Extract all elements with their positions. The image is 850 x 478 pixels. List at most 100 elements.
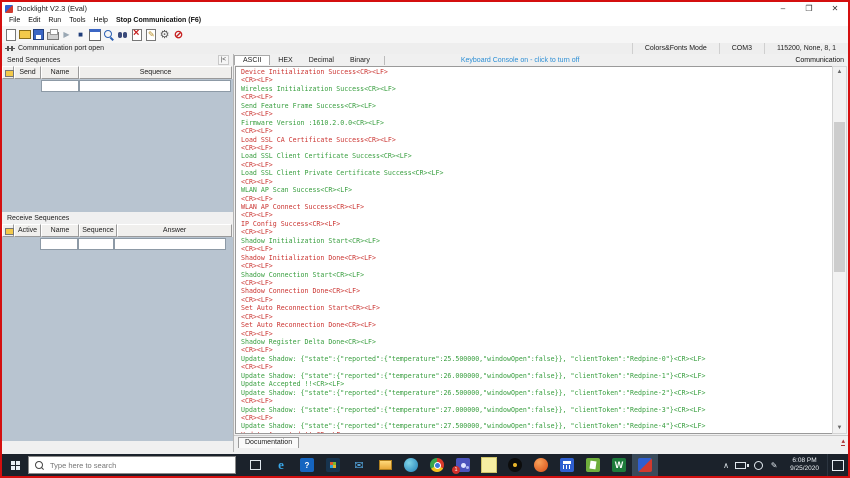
taskbar-ball-button[interactable] bbox=[528, 454, 554, 476]
documentation-bar: Documentation ▴ bbox=[234, 435, 848, 452]
plug-icon bbox=[5, 46, 15, 51]
tab-binary[interactable]: Binary bbox=[342, 56, 378, 65]
log-line: Firmware Version :1610.2.0.0<CR><LF> bbox=[241, 118, 384, 127]
menu-run[interactable]: Run bbox=[44, 17, 65, 24]
taskbar-sticky-button[interactable] bbox=[476, 454, 502, 476]
scrollbar-thumb[interactable] bbox=[834, 122, 845, 272]
store-icon bbox=[326, 458, 340, 472]
receive-col-answer[interactable]: Answer bbox=[117, 224, 232, 237]
edit-notepad-icon[interactable] bbox=[144, 28, 157, 41]
menu-file[interactable]: File bbox=[5, 17, 24, 24]
taskbar-lens-button[interactable] bbox=[502, 454, 528, 476]
send-sequences-title: Send Sequences bbox=[7, 56, 61, 64]
tab-ascii[interactable]: ASCII bbox=[234, 55, 271, 65]
log-line: Update Shadow: {"state":{"reported":{"te… bbox=[241, 388, 706, 397]
keyboard-console-link[interactable]: Keyboard Console on - click to turn off bbox=[461, 57, 580, 64]
log-line: Load SSL CA Certificate Success<CR><LF> bbox=[241, 135, 396, 144]
taskbar-teams-button[interactable] bbox=[450, 454, 476, 476]
format-tabs: ASCII HEX Decimal Binary bbox=[234, 55, 378, 65]
log-line: Update Shadow: {"state":{"reported":{"te… bbox=[241, 422, 706, 431]
zoom-icon[interactable] bbox=[102, 28, 115, 41]
taskbar-globe-button[interactable] bbox=[398, 454, 424, 476]
taskbar-wapp-button[interactable] bbox=[606, 454, 632, 476]
receive-col-sequence[interactable]: Sequence bbox=[79, 224, 117, 237]
taskbar-task-view-button[interactable] bbox=[242, 454, 268, 476]
collapse-panel-button[interactable]: |< bbox=[217, 55, 229, 65]
log-line: Set Auto Reconnection Start<CR><LF> bbox=[241, 304, 380, 313]
toolbar bbox=[2, 26, 848, 44]
print-icon[interactable] bbox=[46, 28, 59, 41]
search-input[interactable] bbox=[48, 459, 202, 471]
save-icon[interactable] bbox=[32, 28, 45, 41]
edge-icon bbox=[274, 458, 288, 472]
send-col-sequence[interactable]: Sequence bbox=[79, 66, 232, 79]
tab-decimal[interactable]: Decimal bbox=[301, 56, 342, 65]
binoculars-icon[interactable] bbox=[116, 28, 129, 41]
gear-icon[interactable] bbox=[158, 28, 171, 41]
menu-stop-communication[interactable]: Stop Communication (F6) bbox=[112, 17, 205, 24]
documentation-collapse-icon[interactable]: ▴ bbox=[841, 438, 845, 446]
receive-name-input[interactable] bbox=[40, 238, 78, 250]
send-sequences-header: Send Sequences |< bbox=[2, 54, 233, 66]
send-input-row bbox=[2, 79, 233, 93]
action-center-icon[interactable] bbox=[827, 454, 848, 476]
explorer-icon bbox=[378, 458, 392, 472]
taskbar-docklight-button[interactable] bbox=[632, 454, 658, 476]
globe-icon bbox=[404, 458, 418, 472]
properties-icon[interactable] bbox=[88, 28, 101, 41]
send-sequence-input[interactable] bbox=[79, 80, 231, 92]
new-file-icon[interactable] bbox=[4, 28, 17, 41]
communication-log[interactable]: Device Initialization Success<CR><LF> <CR… bbox=[235, 66, 834, 434]
taskbar-mail-button[interactable] bbox=[346, 454, 372, 476]
menu-edit[interactable]: Edit bbox=[24, 17, 44, 24]
taskbar-calc-button[interactable] bbox=[554, 454, 580, 476]
log-line: <CR><LF> bbox=[241, 93, 273, 102]
receive-col-active[interactable]: Active bbox=[14, 224, 41, 237]
log-line: Load SSL Client Certificate Success<CR><… bbox=[241, 152, 412, 161]
chevron-up-icon[interactable] bbox=[718, 454, 734, 476]
log-line: <CR><LF> bbox=[241, 397, 273, 406]
network-icon[interactable] bbox=[750, 454, 766, 476]
receive-col-name[interactable]: Name bbox=[41, 224, 79, 237]
receive-sequences-list-area[interactable] bbox=[2, 251, 233, 441]
log-line: Shadow Initialization Start<CR><LF> bbox=[241, 236, 380, 245]
send-col-send[interactable]: Send bbox=[14, 66, 41, 79]
receive-sequence-input[interactable] bbox=[78, 238, 114, 250]
start-button[interactable] bbox=[2, 454, 28, 476]
minimize-button[interactable]: – bbox=[770, 2, 796, 15]
battery-icon[interactable] bbox=[734, 454, 750, 476]
comm-off-icon[interactable] bbox=[172, 28, 185, 41]
tab-documentation[interactable]: Documentation bbox=[238, 437, 300, 448]
taskbar-link-button[interactable] bbox=[294, 454, 320, 476]
taskbar-npp-button[interactable] bbox=[580, 454, 606, 476]
taskbar-explorer-button[interactable] bbox=[372, 454, 398, 476]
status-cell-0: Colors&Fonts Mode bbox=[631, 43, 719, 54]
log-line: <CR><LF> bbox=[241, 211, 273, 220]
receive-answer-input[interactable] bbox=[114, 238, 226, 250]
open-folder-icon[interactable] bbox=[18, 28, 31, 41]
clear-x-icon[interactable] bbox=[130, 27, 143, 41]
clock-time: 6:08 PM bbox=[792, 457, 817, 464]
log-line: Shadow Initialization Done<CR><LF> bbox=[241, 253, 376, 262]
maximize-button[interactable]: ❐ bbox=[796, 2, 822, 15]
taskbar-search[interactable] bbox=[28, 456, 236, 474]
log-line: Shadow Register Delta Done<CR><LF> bbox=[241, 338, 376, 346]
pen-icon[interactable] bbox=[766, 454, 782, 476]
taskbar-edge-button[interactable] bbox=[268, 454, 294, 476]
tab-hex[interactable]: HEX bbox=[270, 56, 300, 65]
scroll-up-icon[interactable]: ▲ bbox=[833, 67, 846, 77]
send-name-input[interactable] bbox=[41, 80, 79, 92]
play-icon[interactable] bbox=[60, 28, 73, 41]
stop-icon[interactable] bbox=[74, 28, 87, 41]
taskbar-chrome-button[interactable] bbox=[424, 454, 450, 476]
send-col-name[interactable]: Name bbox=[41, 66, 79, 79]
send-sequences-list-area[interactable] bbox=[2, 93, 233, 212]
taskbar-clock[interactable]: 6:08 PM 9/25/2020 bbox=[782, 457, 827, 473]
close-button[interactable]: ✕ bbox=[822, 2, 848, 15]
log-scrollbar[interactable]: ▲ ▼ bbox=[832, 66, 847, 434]
scroll-down-icon[interactable]: ▼ bbox=[833, 423, 846, 433]
menu-help[interactable]: Help bbox=[90, 17, 112, 24]
menu-tools[interactable]: Tools bbox=[65, 17, 89, 24]
taskbar-store-button[interactable] bbox=[320, 454, 346, 476]
log-line: Load SSL Client Private Certificate Succ… bbox=[241, 169, 444, 178]
